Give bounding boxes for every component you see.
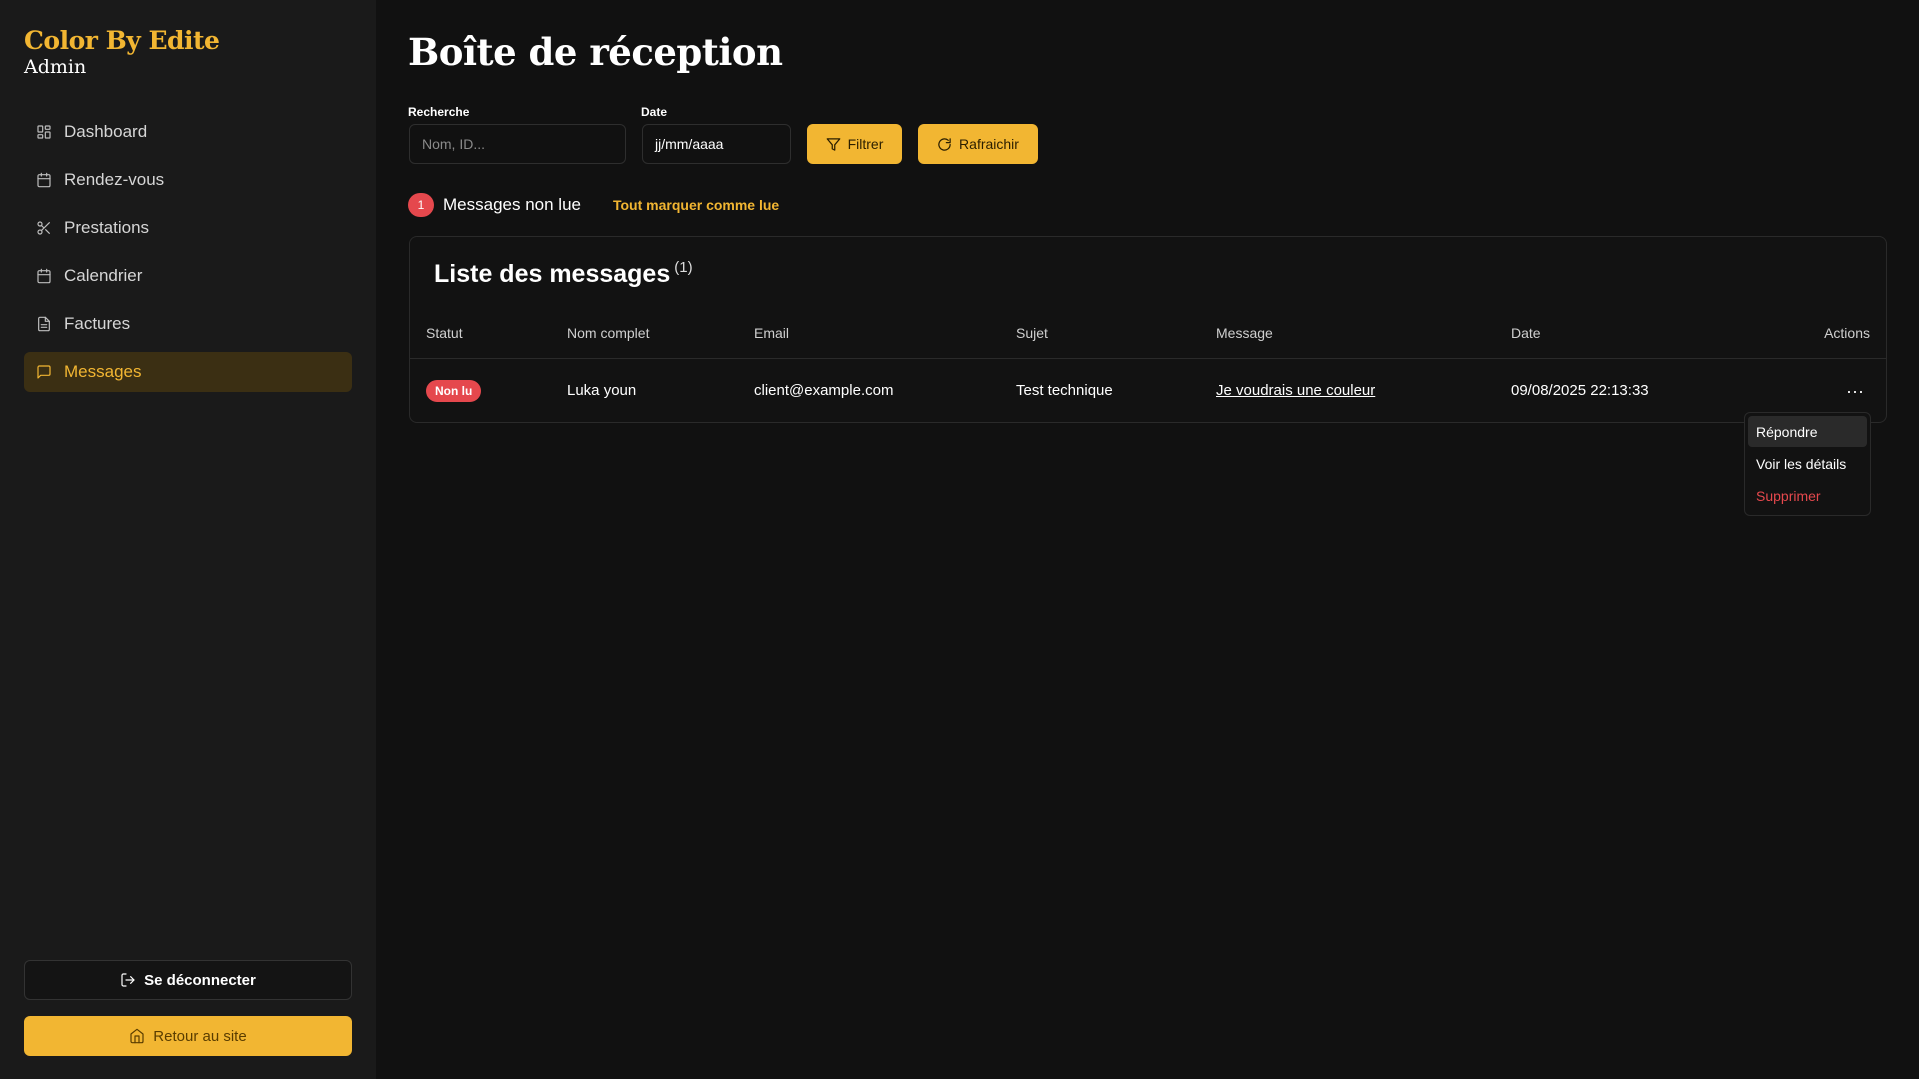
brand-title: Color By Edite — [24, 26, 220, 55]
more-actions-button[interactable]: ··· — [1840, 376, 1870, 406]
cell-date: 09/08/2025 22:13:33 — [1511, 382, 1649, 399]
search-label: Recherche — [408, 105, 470, 119]
sidebar-item-label: Factures — [64, 314, 131, 333]
file-text-icon — [38, 316, 50, 332]
sidebar-item-dashboard[interactable]: Dashboard — [24, 112, 352, 152]
date-input-value: jj/mm/aaaa — [655, 136, 724, 152]
grid-icon — [37, 125, 51, 139]
scissors-icon — [37, 221, 50, 235]
messages-title: Liste des messages (1) — [434, 259, 693, 289]
filter-button[interactable]: Filtrer — [807, 124, 902, 164]
column-header-actions: Actions — [1824, 325, 1870, 341]
unread-count-badge: 1 — [408, 193, 434, 217]
cell-subject: Test technique — [1016, 382, 1113, 399]
refresh-button-label: Rafraichir — [959, 136, 1019, 152]
date-input[interactable]: jj/mm/aaaa — [642, 124, 791, 164]
sidebar-item-label: Rendez-vous — [64, 170, 165, 189]
menu-item-view-details[interactable]: Voir les détails — [1748, 448, 1867, 479]
refresh-icon — [938, 137, 951, 151]
unread-summary: 1 Messages non lue Tout marquer comme lu… — [408, 193, 779, 217]
calendar-icon — [37, 268, 51, 284]
cell-message-link[interactable]: Je voudrais une couleur — [1216, 382, 1375, 399]
sidebar-item-calendrier[interactable]: Calendrier — [24, 256, 352, 296]
date-label: Date — [641, 105, 668, 119]
messages-title-text: Liste des messages — [434, 260, 671, 288]
sidebar: Color By Edite Admin Dashboard Rendez-vo… — [0, 0, 376, 1079]
logout-label: Se déconnecter — [144, 971, 256, 989]
menu-item-delete[interactable]: Supprimer — [1748, 480, 1867, 511]
messages-count: (1) — [674, 259, 693, 276]
sidebar-item-label: Messages — [64, 362, 142, 381]
messages-panel: Liste des messages (1) Statut Nom complet… — [409, 236, 1887, 423]
calendar-picker-icon[interactable] — [768, 137, 778, 151]
mark-all-read-link[interactable]: Tout marquer comme lue — [613, 197, 779, 213]
column-header-message: Message — [1216, 325, 1273, 341]
column-header-statut: Statut — [426, 325, 463, 341]
table-divider — [410, 358, 1886, 359]
sidebar-item-label: Prestations — [64, 218, 150, 237]
menu-item-reply[interactable]: Répondre — [1748, 416, 1867, 447]
sidebar-item-rendez-vous[interactable]: Rendez-vous — [24, 160, 352, 200]
home-icon — [130, 1028, 144, 1044]
sidebar-item-factures[interactable]: Factures — [24, 304, 352, 344]
filter-icon — [826, 137, 840, 151]
sidebar-item-prestations[interactable]: Prestations — [24, 208, 352, 248]
unread-label: Messages non lue — [443, 195, 581, 214]
calendar-icon — [37, 172, 51, 188]
actions-dropdown-menu: Répondre Voir les détails Supprimer — [1744, 412, 1871, 516]
sidebar-item-messages[interactable]: Messages — [24, 352, 352, 392]
column-header-nom-complet: Nom complet — [567, 325, 650, 341]
cell-email: client@example.com — [754, 382, 894, 399]
column-header-sujet: Sujet — [1016, 325, 1048, 341]
sidebar-item-label: Dashboard — [64, 122, 148, 141]
back-to-site-button[interactable]: Retour au site — [24, 1016, 352, 1056]
page-title: Boîte de réception — [408, 30, 783, 74]
cell-name: Luka youn — [567, 382, 637, 399]
message-square-icon — [37, 365, 51, 379]
column-header-date: Date — [1511, 325, 1541, 341]
filter-button-label: Filtrer — [847, 136, 884, 152]
column-header-email: Email — [754, 325, 790, 341]
sidebar-nav: Dashboard Rendez-vous Prestations Calend… — [24, 112, 352, 400]
search-input[interactable] — [409, 124, 626, 164]
brand-subtitle: Admin — [24, 56, 87, 78]
brand: Color By Edite Admin — [24, 26, 220, 78]
status-badge: Non lu — [426, 380, 482, 402]
refresh-button[interactable]: Rafraichir — [918, 124, 1038, 164]
logout-button[interactable]: Se déconnecter — [24, 960, 352, 1000]
back-to-site-label: Retour au site — [153, 1027, 247, 1045]
log-out-icon — [121, 973, 135, 987]
more-horizontal-icon: ··· — [1846, 380, 1864, 401]
sidebar-item-label: Calendrier — [64, 266, 143, 285]
